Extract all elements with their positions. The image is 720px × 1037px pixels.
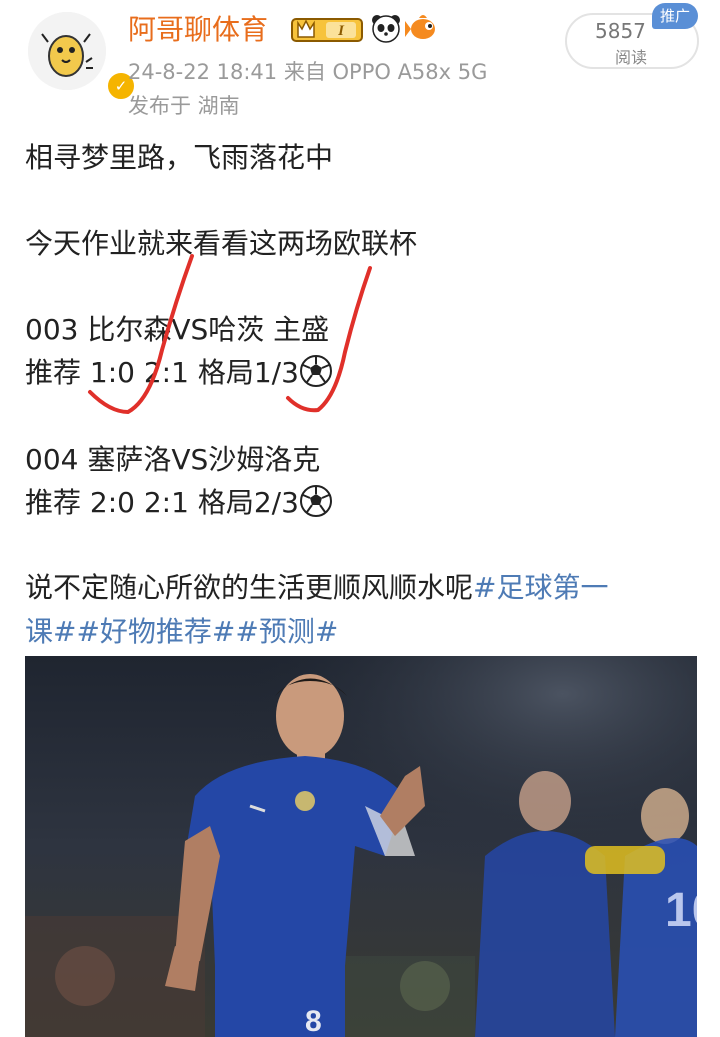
author-avatar[interactable]: ✓ bbox=[28, 12, 136, 101]
hashtag-good-items[interactable]: #好物推荐# bbox=[76, 615, 235, 648]
match2-title: 004 塞萨洛VS沙姆洛克 bbox=[25, 443, 321, 476]
promo-tag[interactable]: 推广 bbox=[652, 3, 698, 29]
closing-line: 说不定随心所欲的生活更顺风顺水呢#足球第一 bbox=[25, 568, 608, 608]
post-line-2: 今天作业就来看看这两场欧联杯 bbox=[25, 227, 418, 260]
match2-tip: 推荐 2:0 2:1 格局2/3 bbox=[25, 483, 333, 523]
hashtag-football-part1[interactable]: #足球第一 bbox=[473, 571, 608, 604]
level-crown-badge-icon: I bbox=[291, 18, 363, 42]
post-line-1: 相寻梦里路，飞雨落花中 bbox=[25, 141, 334, 174]
match1-tip: 推荐 1:0 2:1 格局1/3 bbox=[25, 353, 333, 393]
post-time-source: 24-8-22 18:41 来自 OPPO A58x 5G bbox=[128, 60, 488, 84]
read-count: 5857 bbox=[595, 19, 646, 43]
football-player-photo: 10 8 bbox=[25, 656, 697, 1037]
hashtag-football-part2[interactable]: 课# bbox=[25, 615, 76, 648]
closing-text: 说不定随心所欲的生活更顺风顺水呢 bbox=[25, 571, 474, 604]
goldfish-icon bbox=[405, 15, 435, 39]
match1-tip-text: 推荐 1:0 2:1 格局1/3 bbox=[25, 356, 299, 389]
post-location: 发布于 湖南 bbox=[128, 94, 240, 118]
post-photo[interactable]: 10 8 bbox=[25, 656, 697, 1037]
read-label: 阅读 bbox=[615, 48, 648, 67]
hashtag-prediction[interactable]: #预测# bbox=[235, 615, 338, 648]
panda-icon bbox=[372, 15, 400, 43]
match2-tip-text: 推荐 2:0 2:1 格局2/3 bbox=[25, 486, 299, 519]
cartoon-potato-avatar-icon bbox=[28, 12, 106, 90]
svg-text:10: 10 bbox=[665, 884, 697, 937]
soccer-ball-icon bbox=[299, 355, 332, 387]
hashtag-line: 课##好物推荐##预测# bbox=[25, 612, 338, 652]
shorts-number: 8 bbox=[305, 1005, 322, 1037]
match1-title: 003 比尔森VS哈茨 主盛 bbox=[25, 313, 330, 346]
level-badge-text: I bbox=[337, 23, 345, 39]
author-name[interactable]: 阿哥聊体育 bbox=[128, 12, 268, 48]
soccer-ball-icon bbox=[299, 485, 332, 517]
